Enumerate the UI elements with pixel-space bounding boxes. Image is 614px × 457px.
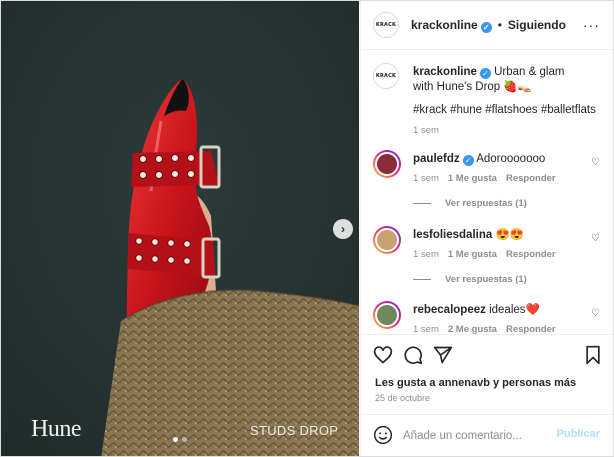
caption-meta: 1 sem	[413, 125, 439, 136]
following-button[interactable]: Siguiendo	[508, 18, 566, 32]
author-avatar[interactable]: KRACK	[373, 12, 399, 38]
header-separator: •	[497, 18, 502, 32]
liked-by-user[interactable]: annenavb	[439, 377, 490, 389]
post-media[interactable]: Hune STUDS DROP ›	[1, 1, 359, 456]
commenter-username[interactable]: paulefdz	[413, 153, 460, 165]
likes-summary: Les gusta a annenavb y personas más	[375, 377, 576, 389]
replies-divider	[413, 203, 431, 204]
avatar-image	[375, 303, 399, 327]
more-options-icon[interactable]: ···	[583, 17, 600, 33]
comment-text: ideales❤️	[489, 304, 540, 316]
comment-item: paulefdz ✓ Adorooooooo ♡ 1 sem 1 Me gusta…	[373, 150, 609, 220]
media-caption-overlay: STUDS DROP	[250, 423, 339, 438]
view-replies-button[interactable]: Ver respuestas (1)	[413, 198, 527, 209]
verified-badge-icon: ✓	[462, 155, 474, 166]
comment-likes[interactable]: 1 Me gusta	[448, 249, 497, 260]
comment-time: 1 sem	[413, 249, 439, 260]
commenter-avatar[interactable]	[373, 301, 401, 329]
commenter-username[interactable]: lesfoliesdalina	[413, 229, 492, 241]
comment-text: 😍😍	[495, 229, 525, 241]
view-replies-text: Ver respuestas (1)	[445, 198, 527, 209]
verified-badge-icon: ✓	[479, 68, 491, 79]
commenter-avatar[interactable]	[373, 150, 401, 178]
avatar-image	[375, 228, 399, 252]
verified-badge-icon: ✓	[480, 21, 492, 33]
comment-time: 1 sem	[413, 324, 439, 334]
caption-username[interactable]: krackonline	[413, 66, 477, 78]
bookmark-icon[interactable]	[583, 345, 603, 365]
avatar-logo-text: KRACK	[375, 73, 397, 79]
replies-divider	[413, 279, 431, 280]
like-comment-heart-icon[interactable]: ♡	[591, 309, 601, 319]
post-actions: Les gusta a annenavb y personas más 25 d…	[361, 334, 613, 414]
next-slide-button[interactable]: ›	[333, 219, 353, 239]
carousel-indicator	[173, 437, 187, 442]
post-date[interactable]: 25 de octubre	[375, 393, 430, 403]
like-comment-heart-icon[interactable]: ♡	[591, 234, 601, 244]
publish-button[interactable]: Publicar	[557, 428, 600, 440]
caption-author-avatar[interactable]: KRACK	[373, 63, 399, 89]
caption-time: 1 sem	[413, 125, 439, 136]
brand-logo-text: Hune	[31, 416, 81, 442]
chevron-right-icon: ›	[341, 222, 345, 236]
comment-meta: 1 sem 1 Me gusta Responder	[413, 173, 556, 184]
comment-input[interactable]	[403, 427, 553, 445]
comment-text: Adorooooooo	[476, 153, 546, 165]
post-dialog: Hune STUDS DROP › KRACK krackonline ✓ • S…	[0, 0, 614, 457]
comment-composer: Publicar	[361, 414, 613, 456]
avatar-image	[375, 152, 399, 176]
likes-prefix: Les gusta a	[375, 377, 439, 389]
comment-text-block: lesfoliesdalina 😍😍	[413, 228, 583, 243]
commenter-username[interactable]: rebecalopeez	[413, 304, 486, 316]
comment-text-block: paulefdz ✓ Adorooooooo	[413, 152, 583, 167]
comment-text-block: rebecalopeez ideales❤️	[413, 303, 583, 318]
comment-likes[interactable]: 2 Me gusta	[448, 324, 497, 334]
carousel-dot	[182, 437, 187, 442]
view-replies-text: Ver respuestas (1)	[445, 274, 527, 285]
post-sidebar: KRACK krackonline ✓ • Siguiendo ··· KRACK…	[360, 1, 613, 456]
carousel-dot-active	[173, 437, 178, 442]
comment-time: 1 sem	[413, 173, 439, 184]
avatar-logo-text: KRACK	[375, 22, 397, 28]
heart-icon[interactable]	[373, 345, 393, 365]
view-replies-button[interactable]: Ver respuestas (1)	[413, 274, 527, 285]
likes-suffix[interactable]: y personas más	[490, 377, 576, 389]
author-username[interactable]: krackonline ✓	[411, 18, 492, 33]
like-comment-heart-icon[interactable]: ♡	[591, 158, 601, 168]
author-username-text: krackonline	[411, 17, 478, 32]
reply-button[interactable]: Responder	[506, 249, 556, 260]
caption-hashtags[interactable]: #krack #hune #flatshoes #balletflats	[413, 103, 613, 118]
reply-button[interactable]: Responder	[506, 173, 556, 184]
shoe-photo	[1, 1, 359, 456]
reply-button[interactable]: Responder	[506, 324, 556, 334]
commenter-avatar[interactable]	[373, 226, 401, 254]
comment-item: rebecalopeez ideales❤️ ♡ 1 sem 2 Me gust…	[373, 301, 609, 334]
post-header: KRACK krackonline ✓ • Siguiendo ···	[361, 1, 613, 50]
emoji-icon[interactable]	[373, 425, 393, 445]
share-send-icon[interactable]	[433, 345, 453, 365]
comment-meta: 1 sem 1 Me gusta Responder	[413, 249, 556, 260]
comments-list[interactable]: KRACK krackonline ✓ Urban & glam with Hun…	[361, 50, 613, 334]
caption-row: KRACK krackonline ✓ Urban & glam with Hun…	[373, 63, 609, 143]
caption-text-block: krackonline ✓ Urban & glam with Hune's Dr…	[413, 65, 573, 95]
comment-item: lesfoliesdalina 😍😍 ♡ 1 sem 1 Me gusta Re…	[373, 226, 609, 296]
comment-meta: 1 sem 2 Me gusta Responder	[413, 324, 556, 334]
comment-likes[interactable]: 1 Me gusta	[448, 173, 497, 184]
comment-icon[interactable]	[403, 345, 423, 365]
